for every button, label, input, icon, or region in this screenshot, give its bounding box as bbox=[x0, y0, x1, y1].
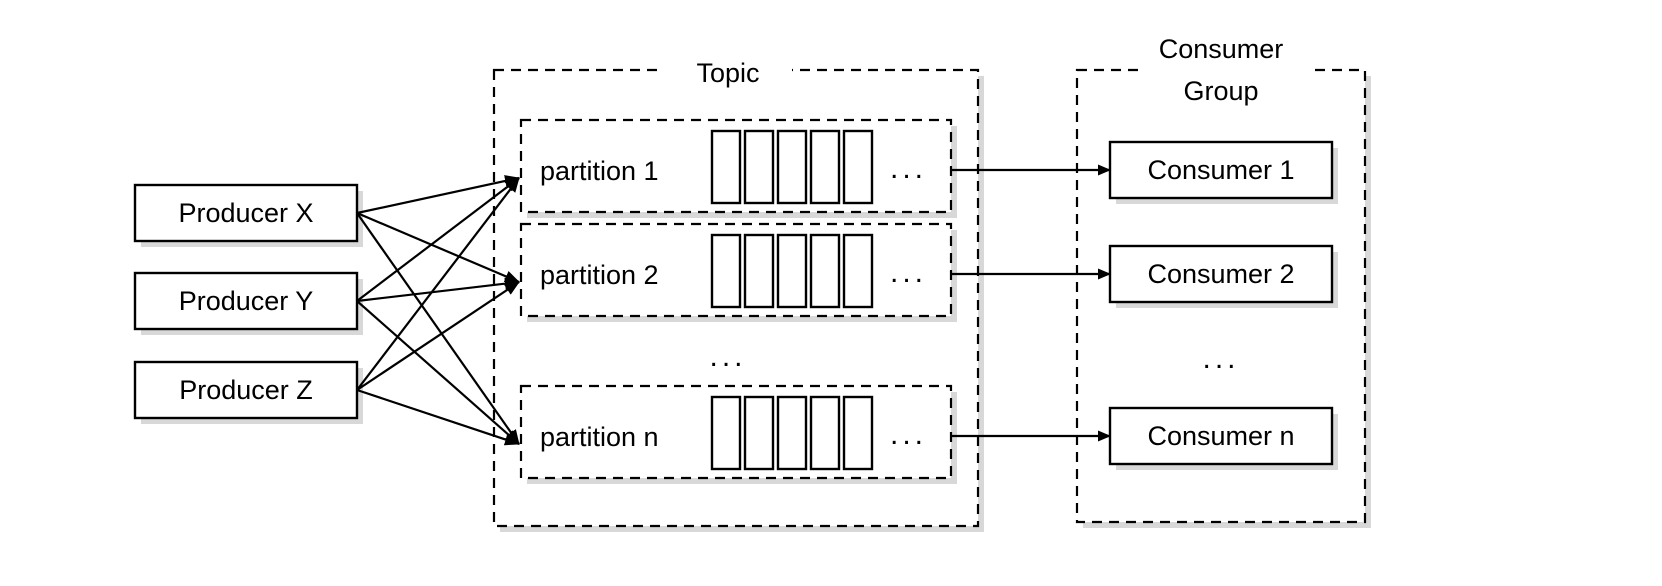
producer-y[interactable]: Producer Y bbox=[133, 271, 363, 335]
producer-z[interactable]: Producer Z bbox=[133, 360, 363, 424]
consumer-1-label: Consumer 1 bbox=[1147, 155, 1294, 185]
consumer-group-label-line-1: Consumer bbox=[1159, 34, 1284, 64]
producer-z-label: Producer Z bbox=[179, 375, 313, 405]
consumer-1[interactable]: Consumer 1 bbox=[1108, 140, 1338, 204]
partition-2-cells bbox=[710, 233, 874, 309]
message-cell bbox=[710, 129, 742, 205]
partition-n-cells bbox=[710, 395, 874, 471]
message-cell bbox=[776, 395, 808, 471]
topic-label: Topic bbox=[696, 58, 759, 88]
partition-2-ellipsis: ... bbox=[890, 256, 927, 289]
partition-n-ellipsis: ... bbox=[890, 418, 927, 451]
partition-2-label: partition 2 bbox=[540, 260, 659, 290]
message-cell bbox=[809, 129, 841, 205]
consumer-n-label: Consumer n bbox=[1147, 421, 1294, 451]
partition-row-1: partition 1 ... bbox=[519, 118, 957, 218]
message-cell bbox=[743, 129, 775, 205]
partition-row-n: partition n ... bbox=[519, 384, 957, 484]
producers-group: Producer X Producer Y Producer Z bbox=[133, 183, 363, 424]
partition-row-2: partition 2 ... bbox=[519, 222, 957, 322]
message-cell bbox=[809, 395, 841, 471]
partition-1-cells bbox=[710, 129, 874, 205]
diagram-svg: Topic partition 1 ... partition 2 ... ..… bbox=[133, 28, 1371, 532]
message-cell bbox=[776, 233, 808, 309]
message-cell bbox=[743, 233, 775, 309]
message-cell bbox=[743, 395, 775, 471]
producer-x-label: Producer X bbox=[178, 198, 313, 228]
diagram-canvas: Topic partition 1 ... partition 2 ... ..… bbox=[0, 0, 1662, 586]
message-cell bbox=[842, 129, 874, 205]
consumer-2-label: Consumer 2 bbox=[1147, 259, 1294, 289]
message-cell bbox=[776, 129, 808, 205]
partition-1-ellipsis: ... bbox=[890, 152, 927, 185]
topic-container: Topic partition 1 ... partition 2 ... ..… bbox=[492, 54, 984, 532]
message-cell bbox=[710, 395, 742, 471]
consumer-n[interactable]: Consumer n bbox=[1108, 406, 1338, 470]
consumer-group-ellipsis: ... bbox=[1202, 342, 1239, 375]
message-cell bbox=[842, 395, 874, 471]
partition-n-label: partition n bbox=[540, 422, 659, 452]
message-cell bbox=[809, 233, 841, 309]
message-cell bbox=[710, 233, 742, 309]
topic-ellipsis: ... bbox=[709, 340, 746, 373]
message-cell bbox=[842, 233, 874, 309]
producer-y-label: Producer Y bbox=[179, 286, 314, 316]
producer-x[interactable]: Producer X bbox=[133, 183, 363, 247]
consumer-group-container: Consumer Group Consumer 1 Consumer 2 ...… bbox=[1075, 28, 1371, 528]
consumer-group-label-line-2: Group bbox=[1183, 76, 1258, 106]
consumer-2[interactable]: Consumer 2 bbox=[1108, 244, 1338, 308]
partition-1-label: partition 1 bbox=[540, 156, 659, 186]
